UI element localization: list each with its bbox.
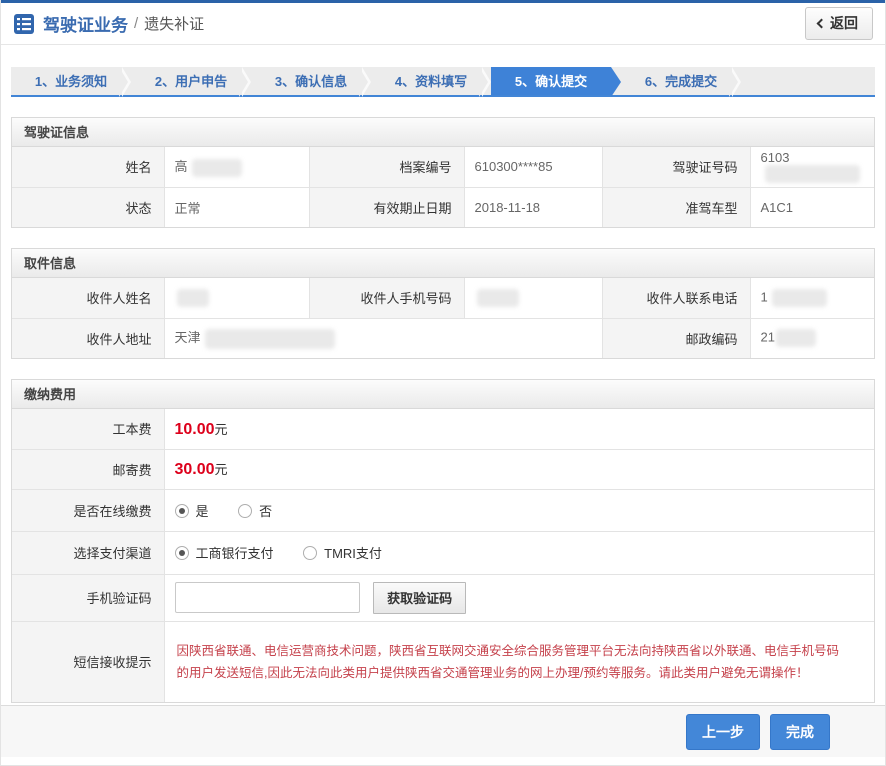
- page-title: 驾驶证业务: [43, 11, 128, 36]
- table-row: 收件人姓名 收件人手机号码 收件人联系电话 1: [12, 278, 874, 318]
- recipient-name-value: [164, 278, 309, 318]
- breadcrumb-divider: /: [134, 15, 138, 32]
- postage-fee-label: 邮寄费: [12, 449, 164, 489]
- table-row: 姓名 高 档案编号 610300****85 驾驶证号码 6103: [12, 147, 874, 187]
- sms-tip-cell: 因陕西省联通、电信运营商技术问题，陕西省互联网交通安全综合服务管理平台无法向持陕…: [164, 621, 874, 702]
- online-pay-yes-option[interactable]: 是: [175, 504, 209, 519]
- expiry-date-label: 有效期止日期: [309, 187, 464, 227]
- step-6-complete-submit[interactable]: 6、完成提交: [621, 67, 741, 95]
- license-number-label: 驾驶证号码: [602, 147, 750, 187]
- footer-action-bar: 上一步 完成: [1, 705, 885, 757]
- vehicle-class-value: A1C1: [750, 187, 874, 227]
- back-button[interactable]: 返回: [805, 7, 873, 40]
- vehicle-class-label: 准驾车型: [602, 187, 750, 227]
- radio-unselected-icon[interactable]: [303, 546, 317, 560]
- license-form-icon: [13, 13, 35, 35]
- work-fee-amount: 10.00: [175, 421, 215, 438]
- page-header: 驾驶证业务 / 遗失补证 返回: [1, 3, 885, 45]
- redacted-blob: [772, 289, 827, 307]
- table-row: 是否在线缴费 是 否: [12, 489, 874, 531]
- postcode-value: 21: [750, 318, 874, 358]
- radio-selected-icon[interactable]: [175, 504, 189, 518]
- work-fee-label: 工本费: [12, 409, 164, 449]
- license-section-title: 驾驶证信息: [12, 118, 874, 147]
- back-chevron-icon: [817, 18, 827, 28]
- pay-channel-label: 选择支付渠道: [12, 531, 164, 574]
- table-row: 收件人地址 天津 邮政编码 21: [12, 318, 874, 358]
- recipient-phone-label: 收件人联系电话: [602, 278, 750, 318]
- step-bar-filler: [741, 67, 875, 95]
- sms-code-label: 手机验证码: [12, 574, 164, 621]
- file-number-value: 610300****85: [464, 147, 602, 187]
- online-pay-label: 是否在线缴费: [12, 489, 164, 531]
- postage-fee-amount: 30.00: [175, 461, 215, 478]
- step-2-user-declaration[interactable]: 2、用户申告: [131, 67, 251, 95]
- radio-selected-icon[interactable]: [175, 546, 189, 560]
- table-row: 手机验证码 获取验证码: [12, 574, 874, 621]
- name-label: 姓名: [12, 147, 164, 187]
- license-number-value: 6103: [750, 147, 874, 187]
- redacted-blob: [776, 329, 816, 347]
- online-pay-options: 是 否: [164, 489, 874, 531]
- license-info-section: 驾驶证信息 姓名 高 档案编号 610300****85 驾驶证号码 6103 …: [11, 117, 875, 228]
- work-fee-value: 10.00元: [164, 409, 874, 449]
- recipient-phone-value: 1: [750, 278, 874, 318]
- postcode-label: 邮政编码: [602, 318, 750, 358]
- redacted-blob: [205, 329, 335, 349]
- redacted-blob: [765, 165, 860, 183]
- step-3-confirm-info[interactable]: 3、确认信息: [251, 67, 371, 95]
- redacted-blob: [192, 159, 242, 177]
- recipient-name-label: 收件人姓名: [12, 278, 164, 318]
- previous-step-button[interactable]: 上一步: [686, 714, 760, 750]
- payment-section: 缴纳费用 工本费 10.00元 邮寄费 30.00元 是否在线缴费 是 否: [11, 379, 875, 703]
- page: 驾驶证业务 / 遗失补证 返回 1、业务须知 2、用户申告 3、确认信息 4、资…: [0, 0, 886, 766]
- recipient-mobile-label: 收件人手机号码: [309, 278, 464, 318]
- pickup-section-title: 取件信息: [12, 249, 874, 278]
- channel-tmri-option[interactable]: TMRI支付: [303, 546, 382, 561]
- step-1-business-notice[interactable]: 1、业务须知: [11, 67, 131, 95]
- name-value: 高: [164, 147, 309, 187]
- table-row: 选择支付渠道 工商银行支付 TMRI支付: [12, 531, 874, 574]
- sms-tip-text: 因陕西省联通、电信运营商技术问题，陕西省互联网交通安全综合服务管理平台无法向持陕…: [177, 630, 861, 694]
- back-button-label: 返回: [830, 13, 858, 33]
- online-pay-no-option[interactable]: 否: [238, 504, 272, 519]
- breadcrumb-current: 遗失补证: [144, 13, 204, 34]
- postage-fee-unit: 元: [215, 462, 228, 477]
- radio-unselected-icon[interactable]: [238, 504, 252, 518]
- postage-fee-value: 30.00元: [164, 449, 874, 489]
- recipient-address-value: 天津: [164, 318, 602, 358]
- redacted-blob: [477, 289, 519, 307]
- table-row: 工本费 10.00元: [12, 409, 874, 449]
- finish-button[interactable]: 完成: [770, 714, 830, 750]
- status-label: 状态: [12, 187, 164, 227]
- sms-code-input[interactable]: [175, 582, 360, 613]
- channel-icbc-option[interactable]: 工商银行支付: [175, 546, 274, 561]
- expiry-date-value: 2018-11-18: [464, 187, 602, 227]
- pay-channel-options: 工商银行支付 TMRI支付: [164, 531, 874, 574]
- payment-section-title: 缴纳费用: [12, 380, 874, 409]
- table-row: 邮寄费 30.00元: [12, 449, 874, 489]
- step-4-fill-data[interactable]: 4、资料填写: [371, 67, 491, 95]
- file-number-label: 档案编号: [309, 147, 464, 187]
- recipient-mobile-value: [464, 278, 602, 318]
- table-row: 短信接收提示 因陕西省联通、电信运营商技术问题，陕西省互联网交通安全综合服务管理…: [12, 621, 874, 702]
- sms-tip-label: 短信接收提示: [12, 621, 164, 702]
- table-row: 状态 正常 有效期止日期 2018-11-18 准驾车型 A1C1: [12, 187, 874, 227]
- pickup-info-section: 取件信息 收件人姓名 收件人手机号码 收件人联系电话 1 收件人地址 天津 邮政…: [11, 248, 875, 359]
- recipient-address-label: 收件人地址: [12, 318, 164, 358]
- step-wizard: 1、业务须知 2、用户申告 3、确认信息 4、资料填写 5、确认提交 6、完成提…: [11, 67, 875, 97]
- work-fee-unit: 元: [215, 422, 228, 437]
- status-value: 正常: [164, 187, 309, 227]
- sms-code-field-cell: 获取验证码: [164, 574, 874, 621]
- redacted-blob: [177, 289, 209, 307]
- get-code-button[interactable]: 获取验证码: [373, 582, 466, 614]
- step-5-confirm-submit-active[interactable]: 5、确认提交: [491, 67, 611, 95]
